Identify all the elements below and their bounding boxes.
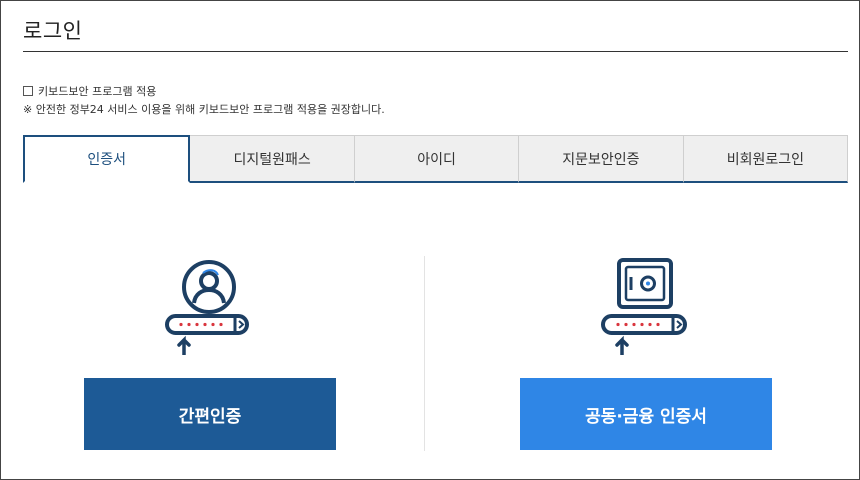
keyboard-security-label: 키보드보안 프로그램 적용: [38, 85, 157, 98]
tab-certificate[interactable]: 인증서: [23, 135, 191, 183]
tab-fingerprint[interactable]: 지문보안인증: [519, 135, 684, 183]
keyboard-security-option[interactable]: 키보드보안 프로그램 적용: [23, 83, 156, 99]
safe-certificate-icon: [601, 258, 687, 355]
page-title: 로그인: [23, 19, 83, 43]
tab-id[interactable]: 아이디: [354, 135, 520, 183]
tab-digital-onepass[interactable]: 디지털원패스: [190, 135, 355, 183]
tab-non-member[interactable]: 비회원로그인: [683, 135, 849, 183]
login-panel: 로그인 키보드보안 프로그램 적용 ※ 안전한 정부24 서비스 이용을 위해 …: [0, 0, 860, 480]
joint-financial-certificate-button[interactable]: 공동·금융 인증서: [520, 378, 772, 450]
simple-auth-button[interactable]: 간편인증: [84, 378, 336, 450]
keyboard-security-notice: ※ 안전한 정부24 서비스 이용을 위해 키보드보안 프로그램 적용을 권장합…: [23, 103, 385, 116]
login-method-tabs: 인증서 디지털원패스 아이디 지문보안인증 비회원로그인: [23, 135, 849, 183]
method-divider: [424, 256, 425, 451]
keyboard-security-checkbox[interactable]: [23, 86, 33, 96]
user-certificate-icon: [165, 260, 249, 355]
title-divider: [23, 51, 848, 52]
